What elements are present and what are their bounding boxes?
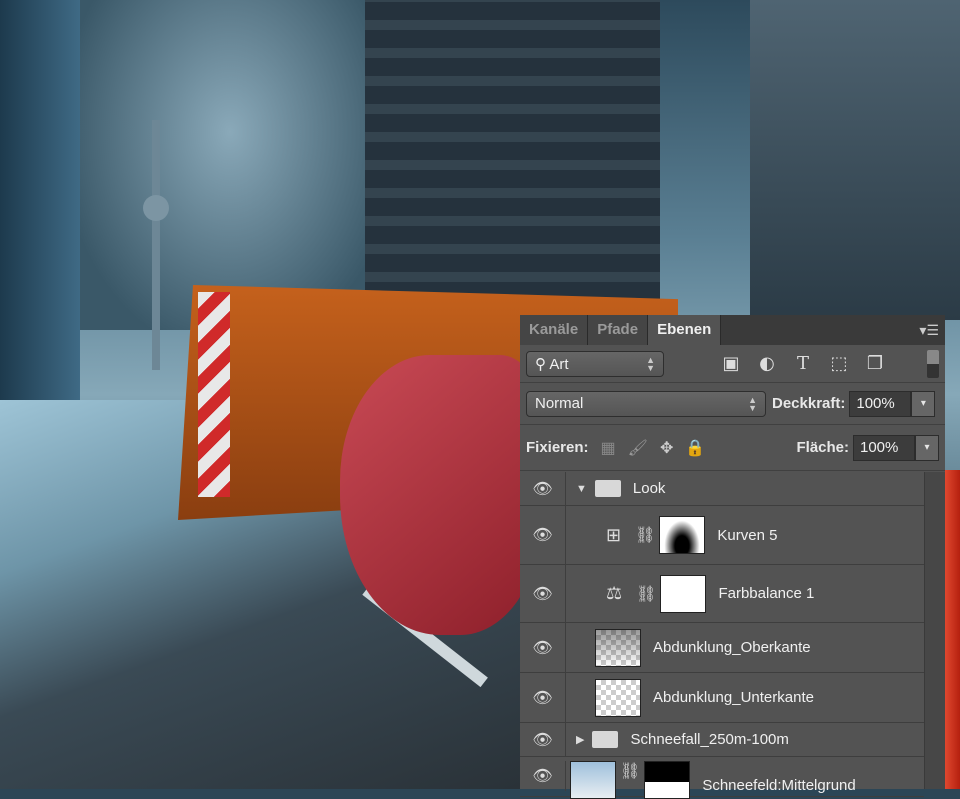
visibility-eye-icon[interactable]: 👁 [520, 761, 566, 791]
curves-adjustment-icon: ⊞ [606, 524, 622, 545]
folder-icon [594, 480, 621, 497]
expand-triangle-icon[interactable]: ▼ [576, 483, 587, 495]
blend-mode-select[interactable]: Normal ▲ ▼ [526, 390, 766, 417]
blend-mode-value: Normal [535, 395, 584, 412]
lock-transparency-icon[interactable]: ▦ [601, 438, 616, 458]
lock-row: Fixieren: ▦ 🖌 ✥ 🔒 Fläche: 100% ▾ [520, 425, 945, 471]
adjustment-filter-icon[interactable]: ◐ [756, 353, 778, 375]
layer-mask-thumbnail[interactable] [660, 574, 707, 613]
layer-name: Farbbalance 1 [718, 585, 815, 602]
layer-abdunklung-oberkante[interactable]: 👁 Abdunklung_Oberkante [520, 623, 924, 673]
filter-row: ⚲ Art ▲ ▼ ▣ ◐ T ⬚ ❐ [520, 345, 945, 383]
layers-panel: Kanäle Pfade Ebenen ▾☰ ⚲ Art ▲ ▼ ▣ ◐ T ⬚ … [520, 315, 945, 799]
fill-label: Fläche: [796, 439, 849, 456]
layer-list: 👁 ▼ Look 👁 ⊞ ⛓ Kurven 5 👁 ⚖ ⛓ Farbbalanc… [520, 472, 924, 799]
link-chain-icon[interactable]: ⛓ [620, 761, 640, 781]
layer-name: Kurven 5 [717, 526, 778, 544]
layer-schneefeld[interactable]: 👁 ⛓ Schneefeld:Mittelgrund [520, 757, 924, 799]
layer-mask-thumbnail[interactable] [659, 516, 706, 554]
image-filter-icon[interactable]: ▣ [720, 353, 742, 375]
select-arrows-icon: ▲ ▼ [646, 354, 655, 373]
search-icon: ⚲ [535, 355, 550, 373]
layer-group-schneefall[interactable]: 👁 ▶ Schneefall_250m-100m [520, 723, 924, 757]
layer-thumbnail[interactable] [595, 628, 641, 667]
type-filter-icon[interactable]: T [792, 353, 814, 375]
fill-field: 100% ▾ [853, 434, 939, 461]
layer-name: Abdunklung_Unterkante [653, 689, 814, 706]
shape-filter-icon[interactable]: ⬚ [828, 353, 850, 375]
building-center [365, 0, 660, 300]
layer-mask-thumbnail[interactable] [644, 761, 691, 799]
layer-thumbnail[interactable] [595, 678, 641, 717]
layer-name: Schneefeld:Mittelgrund [702, 777, 856, 794]
collapse-triangle-icon[interactable]: ▶ [576, 733, 584, 746]
tab-channels[interactable]: Kanäle [520, 315, 589, 345]
blend-row: Normal ▲ ▼ Deckkraft: 100% ▾ [520, 383, 945, 425]
sky [80, 0, 380, 330]
layer-abdunklung-unterkante[interactable]: 👁 Abdunklung_Unterkante [520, 673, 924, 723]
red-edge [945, 470, 960, 789]
layer-name: Abdunklung_Oberkante [653, 639, 811, 656]
red-glove [340, 355, 540, 635]
layer-group-look[interactable]: 👁 ▼ Look [520, 472, 924, 506]
folder-icon [592, 731, 619, 748]
opacity-dropdown-button[interactable]: ▾ [911, 390, 936, 417]
building-left [0, 0, 80, 410]
lock-brush-icon[interactable]: 🖌 [628, 438, 648, 458]
visibility-eye-icon[interactable]: 👁 [520, 623, 566, 672]
visibility-eye-icon[interactable]: 👁 [520, 565, 566, 622]
color-balance-icon: ⚖ [606, 583, 623, 603]
select-arrows-icon: ▲ ▼ [748, 394, 757, 413]
building-right [750, 0, 960, 320]
tab-paths[interactable]: Pfade [588, 315, 649, 345]
layer-color-balance[interactable]: 👁 ⚖ ⛓ Farbbalance 1 [520, 565, 924, 623]
layer-curves[interactable]: 👁 ⊞ ⛓ Kurven 5 [520, 506, 924, 565]
smart-object-filter-icon[interactable]: ❐ [864, 353, 886, 375]
visibility-eye-icon[interactable]: 👁 [520, 673, 566, 722]
layer-list-scrollbar[interactable] [924, 472, 945, 789]
opacity-field: 100% ▾ [849, 390, 936, 417]
filter-type-value: Art [549, 355, 569, 373]
plow-warning-stripe [198, 292, 230, 497]
fill-dropdown-button[interactable]: ▾ [915, 434, 939, 461]
lock-label: Fixieren: [526, 439, 589, 456]
link-chain-icon[interactable]: ⛓ [635, 525, 655, 545]
layer-name: Schneefall_250m-100m [630, 731, 789, 748]
panel-menu-icon[interactable]: ▾☰ [919, 322, 939, 339]
visibility-eye-icon[interactable]: 👁 [520, 472, 566, 505]
panel-tabs: Kanäle Pfade Ebenen ▾☰ [520, 315, 945, 345]
opacity-label: Deckkraft: [772, 395, 846, 412]
lock-position-icon[interactable]: ✥ [660, 438, 673, 458]
link-chain-icon[interactable]: ⛓ [636, 584, 656, 604]
tv-tower [152, 120, 160, 370]
opacity-input[interactable]: 100% [849, 390, 912, 417]
fill-input[interactable]: 100% [853, 434, 915, 461]
filter-toggle-switch[interactable] [927, 349, 939, 378]
filter-type-select[interactable]: ⚲ Art ▲ ▼ [526, 350, 664, 377]
layer-thumbnail[interactable] [570, 761, 616, 799]
lock-all-icon[interactable]: 🔒 [685, 438, 705, 458]
layer-name: Look [632, 480, 666, 497]
tab-layers[interactable]: Ebenen [648, 315, 722, 345]
tv-tower-sphere [143, 195, 169, 221]
visibility-eye-icon[interactable]: 👁 [520, 723, 566, 756]
visibility-eye-icon[interactable]: 👁 [520, 506, 566, 564]
